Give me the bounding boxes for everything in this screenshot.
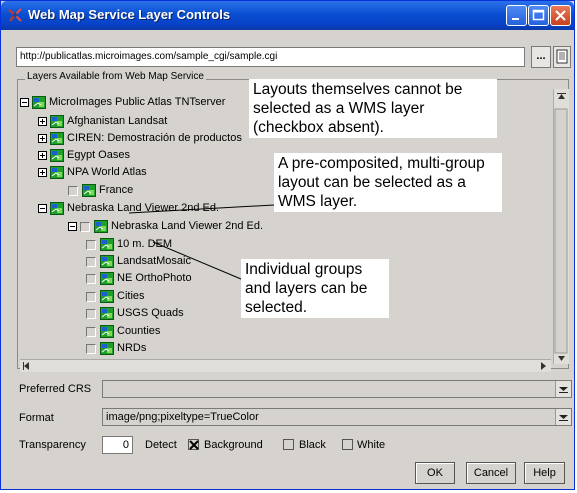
expand-icon[interactable] <box>38 134 47 143</box>
group-icon <box>100 272 114 285</box>
group-icon <box>94 220 108 233</box>
tree-node-label: Nebraska Land Viewer 2nd Ed. <box>111 220 264 232</box>
help-button[interactable]: Help <box>524 462 565 484</box>
tree-vertical-scrollbar[interactable] <box>553 89 569 364</box>
white-checkbox[interactable] <box>342 439 353 450</box>
tree-node-label: Afghanistan Landsat <box>67 115 168 127</box>
cancel-button[interactable]: Cancel <box>466 462 516 484</box>
minimize-button[interactable] <box>506 5 527 26</box>
scrollbar-arrows-icon <box>554 93 568 361</box>
group-icon <box>50 202 64 215</box>
group-icon <box>50 149 64 162</box>
expand-icon[interactable] <box>38 151 47 160</box>
close-icon <box>555 10 566 21</box>
maximize-button[interactable] <box>528 5 549 26</box>
group-icon <box>32 96 46 109</box>
tree-node-label: NE OrthoPhoto <box>117 272 192 284</box>
background-checkbox[interactable] <box>188 439 199 450</box>
transparency-input[interactable]: 0 <box>102 436 133 454</box>
group-icon <box>50 166 64 179</box>
dialog-window: Web Map Service Layer Controls http://pu… <box>0 0 575 490</box>
collapse-icon[interactable] <box>38 204 47 213</box>
detect-label: Detect <box>145 439 177 451</box>
layer-checkbox[interactable] <box>86 257 96 267</box>
layer-checkbox[interactable] <box>86 292 96 302</box>
tree-node-label: 10 m. DEM <box>117 238 173 250</box>
layers-group-label: Layers Available from Web Map Service <box>25 71 206 82</box>
window-title: Web Map Service Layer Controls <box>28 7 231 22</box>
group-icon <box>100 255 114 268</box>
app-icon <box>8 8 22 22</box>
format-value: image/png;pixeltype=TrueColor <box>106 411 259 423</box>
tree-node-label: USGS Quads <box>117 307 184 319</box>
layer-checkbox[interactable] <box>86 309 96 319</box>
horizontal-scroll-arrows-icon <box>23 362 546 370</box>
tree-node-label: Counties <box>117 325 161 337</box>
format-select[interactable]: image/png;pixeltype=TrueColor <box>102 408 572 426</box>
collapse-icon[interactable] <box>68 222 77 231</box>
tree-node-label: NRDs <box>117 342 147 354</box>
group-icon <box>100 342 114 355</box>
preferred-crs-label: Preferred CRS <box>19 383 92 395</box>
wms-url-input[interactable]: http://publicatlas.microimages.com/sampl… <box>16 47 525 67</box>
layer-checkbox[interactable] <box>68 186 78 196</box>
tree-node-label: Egypt Oases <box>67 149 130 161</box>
tree-node-label: LandsatMosaic <box>117 255 191 267</box>
tree-node-label: Nebraska Land Viewer 2nd Ed. <box>67 202 220 214</box>
group-icon <box>100 238 114 251</box>
layer-checkbox[interactable] <box>86 240 96 250</box>
background-option-label: Background <box>204 439 263 451</box>
preferred-crs-select[interactable] <box>102 380 572 398</box>
layer-checkbox[interactable] <box>86 327 96 337</box>
tree-node-label: CIREN: Demostración de productos <box>67 132 242 144</box>
layer-checkbox[interactable] <box>80 222 90 232</box>
layer-checkbox[interactable] <box>86 344 96 354</box>
group-icon <box>50 132 64 145</box>
expand-icon[interactable] <box>38 168 47 177</box>
close-button[interactable] <box>550 5 571 26</box>
browse-url-button[interactable]: ... <box>531 46 551 68</box>
collapse-icon[interactable] <box>20 98 29 107</box>
group-icon <box>100 307 114 320</box>
tree-node-label: France <box>99 184 134 196</box>
maximize-icon <box>532 9 545 21</box>
tree-horizontal-scrollbar[interactable] <box>20 359 551 372</box>
document-icon[interactable] <box>553 46 571 68</box>
black-checkbox[interactable] <box>283 439 294 450</box>
dropdown-arrow-icon <box>559 387 568 393</box>
group-icon <box>100 290 114 303</box>
tree-node-label: Cities <box>117 290 145 302</box>
callout-layouts: Layouts themselves cannot be selected as… <box>249 79 497 138</box>
tree-node-label: MicroImages Public Atlas TNTserver <box>49 96 226 108</box>
dropdown-arrow-icon <box>559 415 568 421</box>
title-bar[interactable]: Web Map Service Layer Controls <box>1 1 574 30</box>
white-option-label: White <box>357 439 386 451</box>
callout-precomposed: A pre-composited, multi-group layout can… <box>274 153 502 212</box>
transparency-label: Transparency <box>19 439 86 451</box>
black-option-label: Black <box>299 439 326 451</box>
callout-individual: Individual groups and layers can be sele… <box>241 259 389 318</box>
expand-icon[interactable] <box>38 117 47 126</box>
group-icon <box>100 325 114 338</box>
format-label: Format <box>19 412 54 424</box>
ok-button[interactable]: OK <box>415 462 455 484</box>
group-icon <box>50 115 64 128</box>
group-icon <box>82 184 96 197</box>
checkmark-icon <box>189 440 199 450</box>
layer-checkbox[interactable] <box>86 274 96 284</box>
tree-node-label: NPA World Atlas <box>67 166 147 178</box>
minimize-icon <box>512 18 519 20</box>
